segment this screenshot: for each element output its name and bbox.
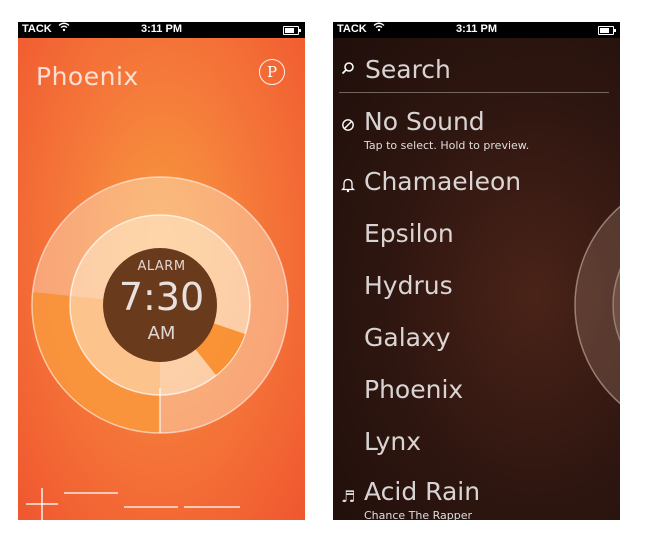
sound-item[interactable]: ♬ Acid Rain Chance The Rapper [339, 477, 599, 520]
sound-item[interactable]: Phoenix [339, 375, 599, 423]
sound-name: Phoenix [364, 375, 464, 404]
sound-picker-screen: TACK 3:11 PM Search No Sound Tap to selec… [333, 22, 620, 520]
alarm-screen: TACK 3:11 PM Phoenix P ALARM 7:30 AM [18, 22, 305, 520]
sound-item[interactable]: Lynx [339, 427, 599, 475]
sound-item[interactable]: Galaxy [339, 323, 599, 371]
sound-item[interactable]: Hydrus [339, 271, 599, 319]
sound-name: Epsilon [364, 219, 454, 248]
alarm-time: 7:30 [118, 275, 205, 319]
search-field[interactable]: Search [339, 54, 609, 90]
sound-name: Galaxy [364, 323, 451, 352]
bell-icon [340, 177, 356, 197]
search-icon [341, 60, 355, 79]
sound-name: Acid Rain [364, 477, 481, 506]
sound-subtitle: Tap to select. Hold to preview. [364, 139, 530, 152]
no-sound-icon [341, 117, 355, 136]
sound-item[interactable]: No Sound Tap to select. Hold to preview. [339, 107, 599, 155]
search-divider [339, 92, 609, 93]
sound-subtitle: Chance The Rapper [364, 509, 473, 520]
alarm-label: ALARM [137, 259, 186, 274]
sound-name: No Sound [364, 107, 485, 136]
alarm-period: AM [147, 323, 176, 344]
sound-name: Hydrus [364, 271, 453, 300]
sound-item[interactable]: Chamaeleon [339, 167, 599, 215]
sound-name: Lynx [364, 427, 422, 456]
sound-name: Chamaeleon [364, 167, 522, 196]
search-input[interactable]: Search [365, 55, 451, 84]
sound-item[interactable]: Epsilon [339, 219, 599, 267]
music-note-icon: ♬ [341, 487, 356, 506]
